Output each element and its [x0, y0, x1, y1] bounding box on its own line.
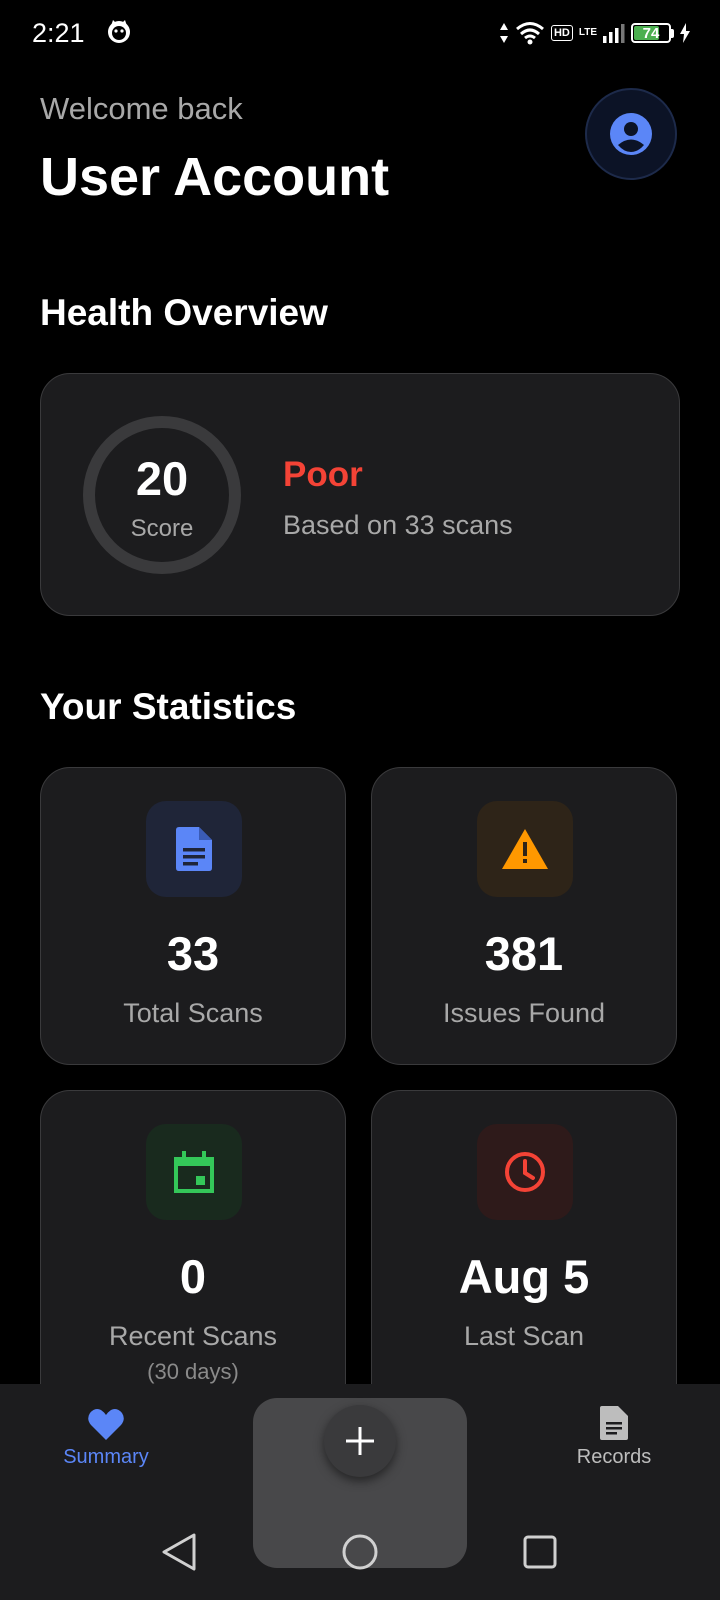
stat-value: 381 — [484, 927, 564, 980]
status-time: 2:21 — [32, 18, 85, 48]
status-icons: HD LTE 74 — [499, 16, 690, 50]
score-value: 20 — [135, 452, 189, 505]
stat-value: Aug 5 — [458, 1250, 590, 1303]
system-home-button[interactable] — [342, 1534, 378, 1575]
hd-badge: HD — [550, 25, 573, 41]
welcome-text: Welcome back — [40, 91, 243, 126]
profile-button[interactable] — [585, 88, 677, 180]
health-overview-title: Health Overview — [40, 292, 328, 333]
home-circle-icon — [342, 1534, 378, 1570]
heart-icon — [88, 1409, 124, 1440]
stat-icon-box — [146, 801, 242, 897]
system-recents-button[interactable] — [523, 1535, 557, 1574]
nav-label: Records — [576, 1446, 652, 1468]
stat-label: Last Scan — [463, 1321, 585, 1351]
network-type: LTE — [578, 27, 597, 38]
stat-icon-box — [477, 801, 573, 897]
nav-item-records[interactable]: Records — [544, 1406, 684, 1469]
stat-label: Issues Found — [442, 998, 606, 1028]
statistics-title: Your Statistics — [40, 686, 297, 727]
document-icon — [176, 827, 212, 871]
nav-label: Summary — [63, 1446, 149, 1468]
stat-icon-box — [477, 1124, 573, 1220]
warning-icon — [502, 829, 548, 869]
charging-icon — [680, 23, 690, 43]
account-circle-icon — [610, 113, 652, 155]
battery-percent: 74 — [642, 24, 660, 42]
recents-square-icon — [523, 1535, 557, 1569]
clock-icon — [505, 1152, 545, 1192]
wifi-icon — [515, 22, 544, 45]
battery-cap — [671, 28, 674, 38]
document-icon — [600, 1406, 628, 1440]
stat-value: 0 — [179, 1250, 207, 1303]
stat-icon-box — [146, 1124, 242, 1220]
nav-item-summary[interactable]: Summary — [36, 1408, 176, 1469]
health-subtitle: Based on 33 scans — [283, 510, 513, 540]
stat-label: Recent Scans — [108, 1321, 278, 1351]
stat-sublabel: (30 days) — [147, 1359, 239, 1384]
calendar-icon — [174, 1151, 214, 1193]
stat-label: Total Scans — [123, 998, 263, 1028]
health-status: Poor — [283, 455, 363, 494]
cat-app-icon — [106, 18, 132, 44]
back-triangle-icon — [162, 1533, 196, 1571]
page-title: User Account — [40, 147, 390, 207]
data-arrows-icon — [499, 23, 508, 43]
plus-icon — [346, 1427, 374, 1455]
stat-value: 33 — [166, 927, 220, 980]
battery-indicator: 74 — [631, 23, 671, 43]
signal-icon — [603, 24, 625, 43]
score-label: Score — [130, 515, 194, 542]
system-back-button[interactable] — [161, 1533, 197, 1576]
add-scan-button[interactable] — [324, 1405, 396, 1477]
